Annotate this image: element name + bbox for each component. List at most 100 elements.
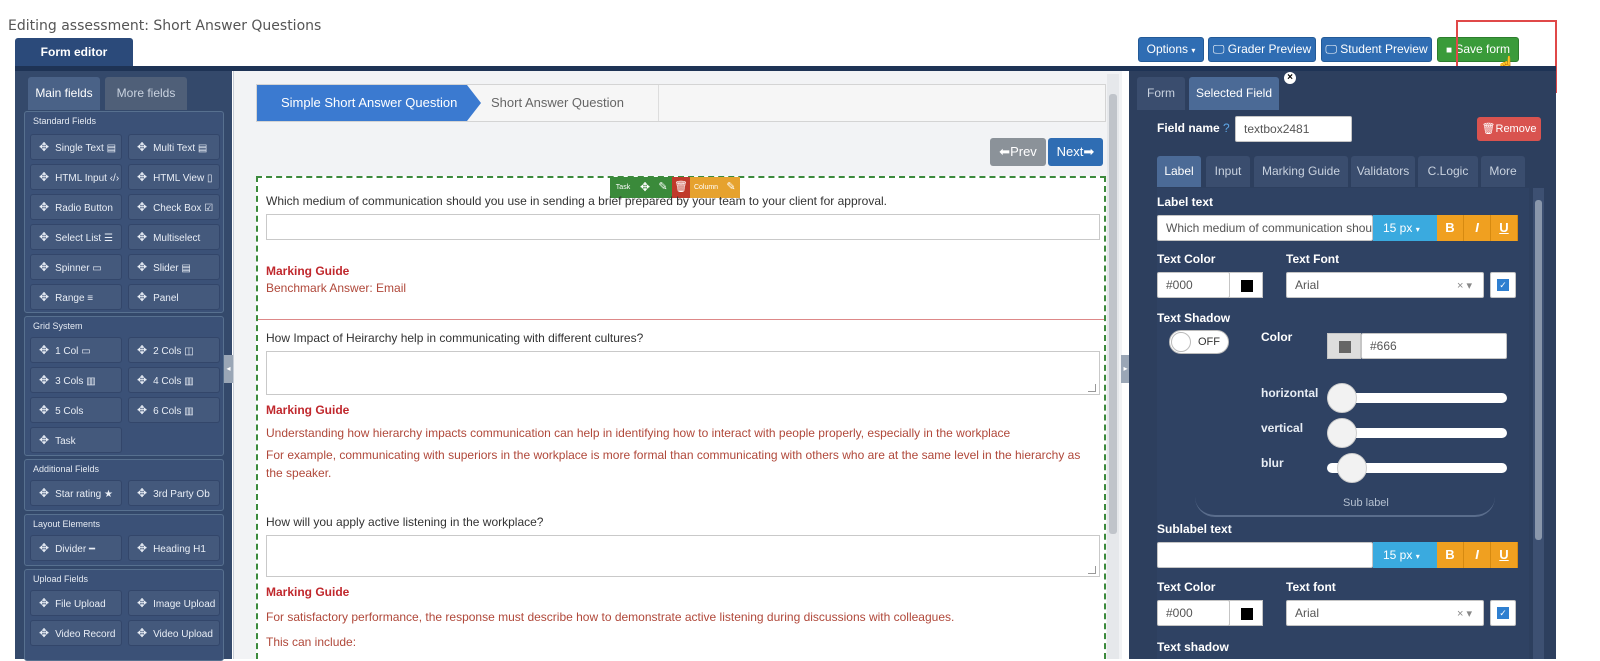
vertical-label: vertical (1261, 421, 1304, 435)
sublabel-bold-button[interactable]: B (1437, 542, 1464, 568)
field-panel[interactable]: ✥ Panel (128, 284, 220, 310)
field-task[interactable]: ✥ Task (30, 427, 122, 453)
resize-grip-icon[interactable] (1088, 566, 1096, 574)
field-range[interactable]: ✥ Range ≡ (30, 284, 122, 310)
sublabel-text-color-input[interactable]: #000 (1157, 600, 1230, 626)
field-divider[interactable]: ✥ Divider ━ (30, 535, 122, 561)
subtab-input[interactable]: Input (1206, 156, 1250, 187)
sublabel-text-font-select[interactable]: Arial (1286, 600, 1484, 626)
text-shadow-toggle[interactable]: OFF (1169, 330, 1229, 354)
next-button[interactable]: Next➡ (1048, 138, 1103, 166)
sublabel-text-input[interactable] (1157, 542, 1373, 568)
subtab-more[interactable]: More (1481, 156, 1525, 187)
properties-scrollbar[interactable] (1533, 188, 1544, 659)
underline-button[interactable]: U (1491, 215, 1518, 241)
collapse-left-handle[interactable]: ◂ (224, 355, 233, 383)
question-1-answer-input[interactable] (266, 214, 1100, 240)
shadow-color-label: Color (1261, 330, 1293, 344)
step-simple-short-answer[interactable]: Simple Short Answer Question (257, 85, 481, 121)
sublabel-text-color-swatch[interactable] (1229, 600, 1263, 626)
text-color-input[interactable]: #000 (1157, 272, 1230, 298)
clear-icon[interactable]: × ▾ (1457, 607, 1472, 620)
field-multi-text[interactable]: ✥ Multi Text ▤ (128, 134, 220, 160)
move-icon: ✥ (39, 403, 50, 417)
form-fields-area: Task ✥ ✎ 🗑 Column ✎ Which medium of comm… (256, 176, 1106, 659)
prev-button[interactable]: ⬅Prev (990, 138, 1046, 166)
field-name-input[interactable]: textbox2481 (1235, 116, 1352, 142)
label-font-size-select[interactable]: 15 px ▾ (1373, 215, 1437, 241)
question-3-answer-textarea[interactable] (266, 535, 1100, 577)
remove-button[interactable]: 🗑Remove (1477, 117, 1541, 141)
field-slider[interactable]: ✥ Slider ▤ (128, 254, 220, 280)
resize-grip-icon[interactable] (1088, 384, 1096, 392)
field-html-view[interactable]: ✥ HTML View ▯ (128, 164, 220, 190)
field-5-cols[interactable]: ✥ 5 Cols (30, 397, 122, 423)
tab-form-editor[interactable]: Form editor (15, 38, 133, 68)
field-image-upload[interactable]: ✥ Image Upload (128, 590, 220, 616)
field-check-box[interactable]: ✥ Check Box ☑ (128, 194, 220, 220)
text-color-swatch[interactable] (1229, 272, 1263, 298)
scrollbar-thumb[interactable] (1535, 200, 1542, 540)
sublabel-font-size-select[interactable]: 15 px ▾ (1373, 542, 1437, 568)
text-font-label: Text Font (1286, 252, 1340, 266)
shadow-color-input[interactable]: #666 (1361, 333, 1507, 359)
field-2-cols[interactable]: ✥ 2 Cols ◫ (128, 337, 220, 363)
sublabel-font-checkbox[interactable]: ✓ (1490, 600, 1516, 626)
field-html-input[interactable]: ✥ HTML Input ‹/› (30, 164, 122, 190)
subtab-marking-guide[interactable]: Marking Guide (1254, 156, 1348, 187)
field-single-text[interactable]: ✥ Single Text ▤ (30, 134, 122, 160)
sublabel-underline-button[interactable]: U (1491, 542, 1518, 568)
tab-main-fields[interactable]: Main fields (28, 77, 100, 110)
close-icon[interactable]: × (1284, 72, 1296, 84)
subtab-validators[interactable]: Validators (1351, 156, 1415, 187)
question-2-answer-textarea[interactable] (266, 351, 1100, 395)
field-video-upload[interactable]: ✥ Video Upload (128, 620, 220, 646)
move-icon: ✥ (137, 403, 148, 417)
field-video-record[interactable]: ✥ Video Record (30, 620, 122, 646)
field-file-upload[interactable]: ✥ File Upload (30, 590, 122, 616)
subtab-label[interactable]: Label (1157, 156, 1201, 187)
blur-slider-knob[interactable] (1337, 453, 1367, 483)
horizontal-slider-knob[interactable] (1327, 383, 1357, 413)
grader-preview-button[interactable]: 🖵 Grader Preview (1208, 37, 1316, 62)
field-6-cols[interactable]: ✥ 6 Cols ▥ (128, 397, 220, 423)
move-icon: ✥ (137, 290, 148, 304)
sub-label-heading: Sub label (1343, 497, 1389, 509)
horizontal-label: horizontal (1261, 386, 1319, 400)
tab-selected-field[interactable]: Selected Field (1189, 77, 1279, 110)
vertical-slider-knob[interactable] (1327, 418, 1357, 448)
bold-button[interactable]: B (1437, 215, 1464, 241)
clear-icon[interactable]: × ▾ (1457, 279, 1472, 292)
additional-fields-group: Additional Fields ✥ Star rating ★ ✥ 3rd Pa… (24, 459, 224, 511)
move-icon: ✥ (137, 260, 148, 274)
field-radio-button[interactable]: ✥ Radio Button (30, 194, 122, 220)
sublabel-italic-button[interactable]: I (1464, 542, 1491, 568)
student-preview-button[interactable]: 🖵 Student Preview (1321, 37, 1432, 62)
tab-form[interactable]: Form (1137, 77, 1185, 110)
field-3-cols[interactable]: ✥ 3 Cols ▥ (30, 367, 122, 393)
move-icon: ✥ (39, 170, 50, 184)
text-font-select[interactable]: Arial (1286, 272, 1484, 298)
field-3rd-party[interactable]: ✥ 3rd Party Ob (128, 480, 220, 506)
move-icon: ✥ (137, 626, 148, 640)
field-4-cols[interactable]: ✥ 4 Cols ▥ (128, 367, 220, 393)
text-shadow-label: Text Shadow (1157, 311, 1231, 325)
text-font-checkbox[interactable]: ✓ (1490, 272, 1516, 298)
options-button[interactable]: Options ▾ (1138, 37, 1204, 62)
scrollbar-thumb[interactable] (1109, 94, 1117, 534)
italic-button[interactable]: I (1464, 215, 1491, 241)
step-short-answer[interactable]: Short Answer Question (479, 85, 659, 121)
field-star-rating[interactable]: ✥ Star rating ★ (30, 480, 122, 506)
move-icon: ✥ (39, 433, 50, 447)
field-spinner[interactable]: ✥ Spinner ▭ (30, 254, 122, 280)
field-1-col[interactable]: ✥ 1 Col ▭ (30, 337, 122, 363)
question-2-guide-title: Marking Guide (266, 403, 350, 417)
shadow-color-swatch[interactable] (1327, 333, 1361, 359)
label-text-input[interactable]: Which medium of communication should (1157, 215, 1373, 241)
field-select-list[interactable]: ✥ Select List ☰ (30, 224, 122, 250)
tab-more-fields[interactable]: More fields (105, 77, 187, 110)
field-multiselect[interactable]: ✥ Multiselect (128, 224, 220, 250)
field-heading-h1[interactable]: ✥ Heading H1 (128, 535, 220, 561)
canvas-scrollbar[interactable] (1107, 74, 1119, 659)
subtab-clogic[interactable]: C.Logic (1418, 156, 1478, 187)
